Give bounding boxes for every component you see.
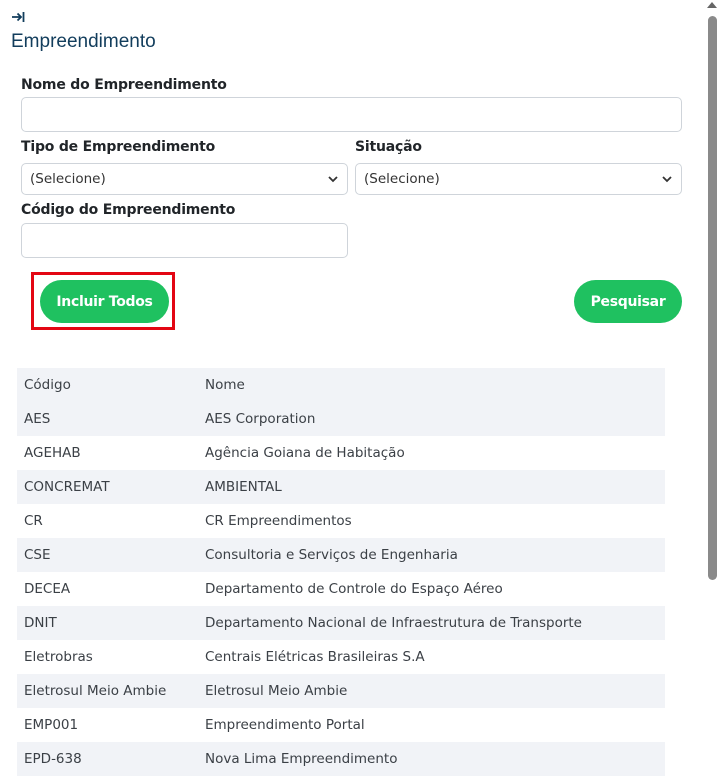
cell-nome: Empreendimento Portal <box>205 717 365 733</box>
chevron-down-icon <box>662 176 672 183</box>
situacao-select[interactable]: (Selecione) <box>355 163 682 195</box>
scrollbar-thumb[interactable] <box>708 16 717 580</box>
nome-input[interactable] <box>21 97 682 132</box>
scroll-up-arrow-icon[interactable] <box>707 2 717 8</box>
collapse-panel-icon[interactable] <box>11 10 25 24</box>
tipo-select-value: (Selecione) <box>30 171 106 187</box>
cell-codigo: EPD-638 <box>24 751 82 767</box>
results-table: Código Nome AES AES Corporation AGEHAB A… <box>17 368 665 776</box>
table-row[interactable]: AGEHAB Agência Goiana de Habitação <box>17 436 665 470</box>
cell-codigo: CSE <box>24 547 51 563</box>
table-row[interactable]: DNIT Departamento Nacional de Infraestru… <box>17 606 665 640</box>
table-header-row: Código Nome <box>17 368 665 402</box>
table-row[interactable]: CR CR Empreendimentos <box>17 504 665 538</box>
cell-codigo: EMP001 <box>24 717 79 733</box>
nome-label: Nome do Empreendimento <box>21 77 227 93</box>
cell-nome: Eletrosul Meio Ambie <box>205 683 348 699</box>
cell-nome: Nova Lima Empreendimento <box>205 751 398 767</box>
codigo-input[interactable] <box>21 223 348 258</box>
cell-nome: AES Corporation <box>205 411 316 427</box>
column-header-codigo[interactable]: Código <box>17 368 198 402</box>
cell-codigo: CONCREMAT <box>24 479 110 495</box>
cell-nome: Agência Goiana de Habitação <box>205 445 405 461</box>
panel-title: Empreendimento <box>11 31 156 52</box>
cell-nome: AMBIENTAL <box>205 479 282 495</box>
table-row[interactable]: EPD-638 Nova Lima Empreendimento <box>17 742 665 776</box>
table-row[interactable]: Eletrosul Meio Ambie Eletrosul Meio Ambi… <box>17 674 665 708</box>
pesquisar-button[interactable]: Pesquisar <box>574 280 682 323</box>
cell-nome: Consultoria e Serviços de Engenharia <box>205 547 458 563</box>
incluir-todos-button[interactable]: Incluir Todos <box>40 280 169 323</box>
cell-codigo: DECEA <box>24 581 71 597</box>
cell-nome: Centrais Elétricas Brasileiras S.A <box>205 649 425 665</box>
cell-codigo: AGEHAB <box>24 445 81 461</box>
cell-codigo: DNIT <box>24 615 57 631</box>
cell-codigo: AES <box>24 411 51 427</box>
table-row[interactable]: Eletrobras Centrais Elétricas Brasileira… <box>17 640 665 674</box>
chevron-down-icon <box>328 176 338 183</box>
table-row[interactable]: AES AES Corporation <box>17 402 665 436</box>
cell-nome: Departamento de Controle do Espaço Aéreo <box>205 581 503 597</box>
cell-nome: Departamento Nacional de Infraestrutura … <box>205 615 582 631</box>
vertical-scrollbar[interactable] <box>704 0 720 768</box>
cell-codigo: CR <box>24 513 43 529</box>
codigo-label: Código do Empreendimento <box>21 202 236 218</box>
tipo-select[interactable]: (Selecione) <box>21 163 348 195</box>
situacao-label: Situação <box>355 139 422 155</box>
table-row[interactable]: DECEA Departamento de Controle do Espaço… <box>17 572 665 606</box>
cell-codigo: Eletrobras <box>24 649 93 665</box>
situacao-select-value: (Selecione) <box>364 171 440 187</box>
table-row[interactable]: CONCREMAT AMBIENTAL <box>17 470 665 504</box>
table-row[interactable]: CSE Consultoria e Serviços de Engenharia <box>17 538 665 572</box>
table-row[interactable]: EMP001 Empreendimento Portal <box>17 708 665 742</box>
cell-codigo: Eletrosul Meio Ambie <box>24 683 167 699</box>
tipo-label: Tipo de Empreendimento <box>21 139 216 155</box>
column-header-nome[interactable]: Nome <box>198 368 665 402</box>
cell-nome: CR Empreendimentos <box>205 513 352 529</box>
